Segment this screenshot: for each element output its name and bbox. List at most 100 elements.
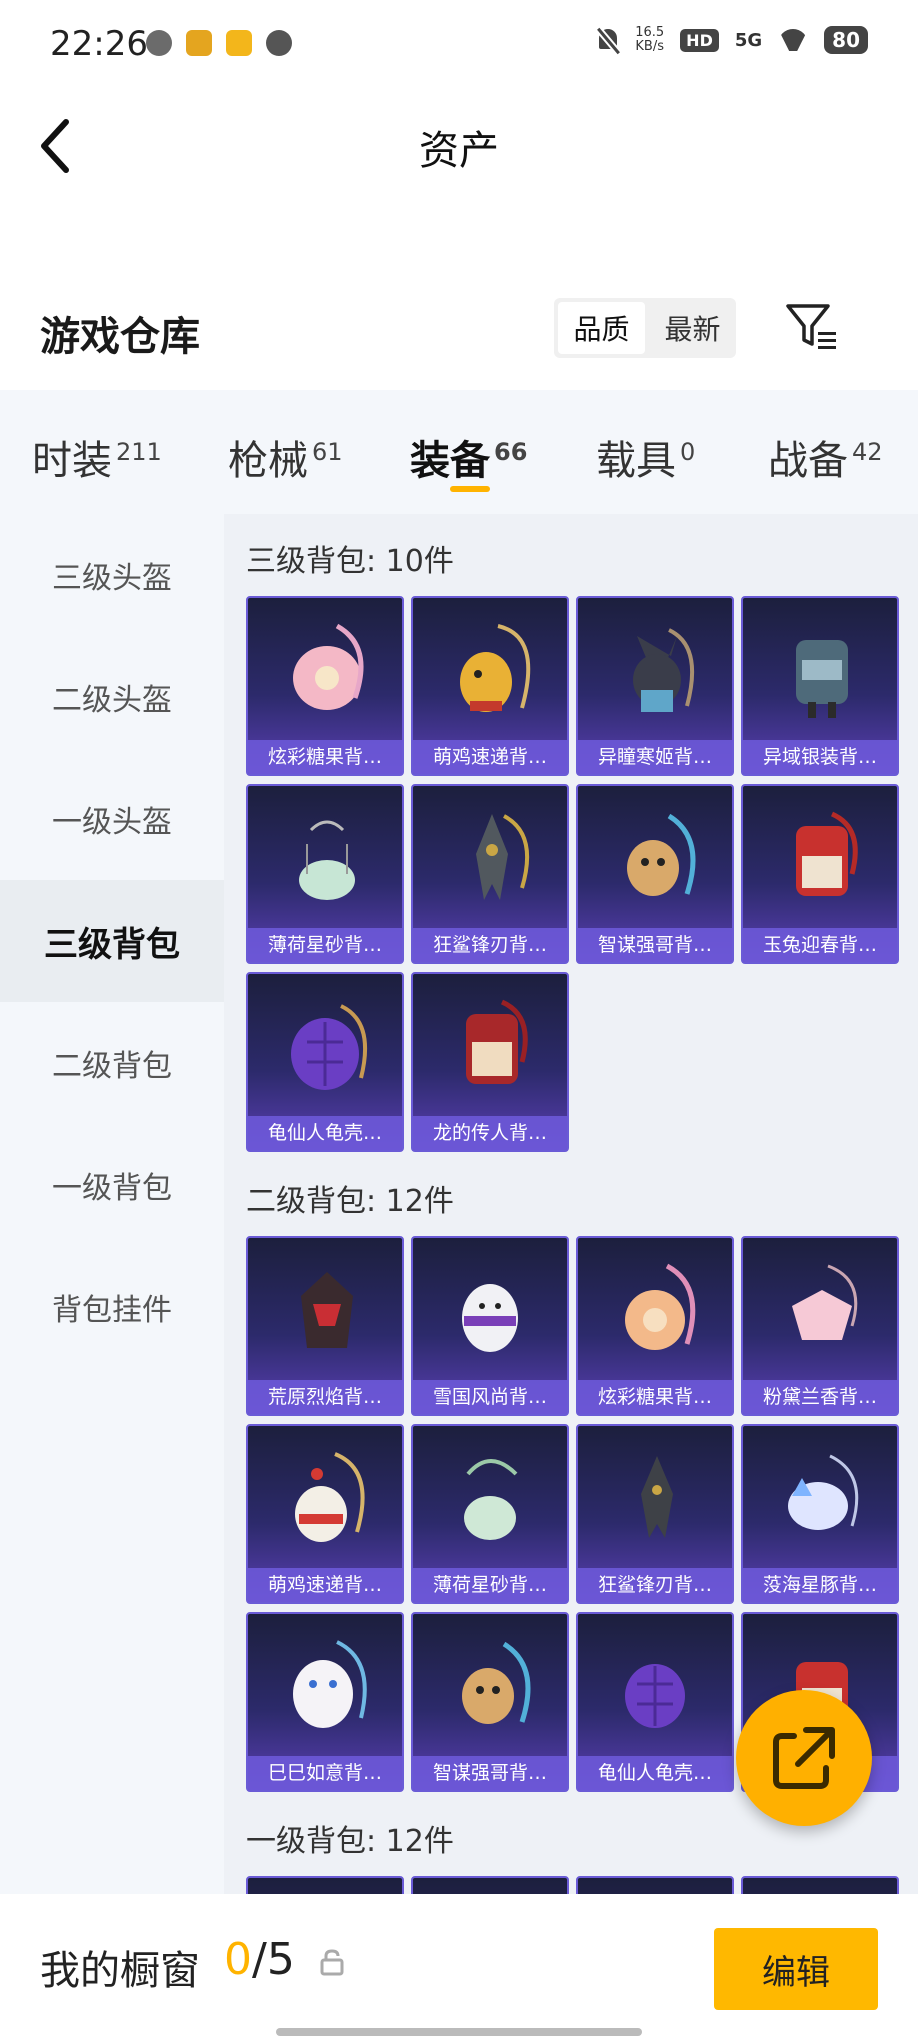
item-name: 薄荷星砂背… — [413, 1568, 567, 1602]
home-indicator — [276, 2028, 642, 2036]
page-title: 资产 — [419, 128, 499, 174]
backpack-icon — [293, 623, 364, 710]
item-name: 异域银装背… — [743, 740, 897, 774]
net-speed: 16.5 KB/s — [635, 25, 665, 54]
game-app-icon — [226, 30, 252, 56]
subcategory-sidebar: 三级头盔 二级头盔 一级头盔 三级背包 二级背包 一级背包 背包挂件 — [0, 514, 224, 1894]
item-card[interactable]: 异域银装背… — [741, 596, 899, 776]
item-name: 巳巳如意背… — [248, 1756, 402, 1790]
sort-newest-option[interactable]: 最新 — [649, 298, 736, 358]
item-card[interactable]: 狂鲨锋刃背… — [411, 784, 569, 964]
item-name: 异瞳寒姬背… — [578, 740, 732, 774]
item-card[interactable]: 雪国风尚背… — [411, 1236, 569, 1416]
backpack-icon — [633, 628, 695, 712]
backpack-icon — [464, 1459, 518, 1540]
signal-5g: 5G — [734, 29, 763, 51]
item-card[interactable]: 萌鸡速递背… — [411, 596, 569, 776]
backpack-icon — [625, 1263, 696, 1350]
item-card[interactable]: 炫彩糖果背… — [576, 1236, 734, 1416]
status-time: 22:26 — [50, 24, 148, 64]
sort-toggle: 品质 最新 — [554, 298, 736, 358]
sidebar-item-lv2-helmet[interactable]: 二级头盔 — [0, 636, 224, 758]
sort-quality-option[interactable]: 品质 — [558, 302, 645, 354]
item-name: 龟仙人龟壳… — [578, 1756, 732, 1790]
tab-fashion[interactable]: 时装 211 — [32, 428, 162, 486]
backpack-icon — [462, 1641, 531, 1724]
item-name: 萌鸡速递背… — [248, 1568, 402, 1602]
item-name: 狂鲨锋刃背… — [413, 928, 567, 962]
item-name: 狂鲨锋刃背… — [578, 1568, 732, 1602]
share-icon — [773, 1727, 835, 1789]
item-name: 萌鸡速递背… — [413, 740, 567, 774]
item-name: 荒原烈焰背… — [248, 1380, 402, 1414]
item-card[interactable]: 巳巳如意背… — [246, 1612, 404, 1792]
item-name: 智谋强哥背… — [413, 1756, 567, 1790]
share-fab[interactable] — [736, 1690, 872, 1826]
item-card[interactable]: 狂鲨锋刃背… — [576, 1424, 734, 1604]
backpack-icon — [625, 1664, 685, 1728]
sidebar-item-lv2-backpack[interactable]: 二级背包 — [0, 1002, 224, 1124]
sidebar-item-lv1-helmet[interactable]: 一级头盔 — [0, 758, 224, 880]
status-app-icons — [146, 30, 292, 56]
item-name: 雪国风尚背… — [413, 1380, 567, 1414]
item-card[interactable]: 龙的传人背… — [411, 972, 569, 1152]
backpack-icon — [641, 1456, 673, 1538]
backpack-icon — [796, 811, 858, 896]
item-card[interactable] — [741, 1876, 899, 1894]
item-card[interactable]: 莈海星豚背… — [741, 1424, 899, 1604]
item-name: 粉黛兰香背… — [743, 1380, 897, 1414]
sidebar-item-lv3-helmet[interactable]: 三级头盔 — [0, 514, 224, 636]
tab-equipment[interactable]: 装备 66 — [410, 428, 527, 486]
item-grid-area: 三级背包: 10件 炫彩糖果背… 萌鸡速递背… 异瞳寒姬背… 异域银装背… 薄荷… — [224, 514, 918, 1894]
filter-icon[interactable] — [784, 300, 838, 354]
item-card[interactable]: 智谋强哥背… — [411, 1612, 569, 1792]
game-app-icon — [186, 30, 212, 56]
mute-icon — [597, 27, 619, 53]
status-indicators: 16.5 KB/s HD 5G 80 — [597, 26, 868, 54]
backpack-icon — [627, 813, 696, 896]
item-card[interactable] — [411, 1876, 569, 1894]
tab-vehicles[interactable]: 载具 0 — [596, 428, 695, 486]
backpack-icon — [466, 999, 528, 1084]
tab-supplies[interactable]: 战备 42 — [768, 428, 883, 486]
item-name: 炫彩糖果背… — [248, 740, 402, 774]
item-card[interactable]: 粉黛兰香背… — [741, 1236, 899, 1416]
item-card[interactable]: 玉兔迎春背… — [741, 784, 899, 964]
backpack-icon — [796, 640, 848, 718]
item-card[interactable]: 荒原烈焰背… — [246, 1236, 404, 1416]
sidebar-item-backpack-charm[interactable]: 背包挂件 — [0, 1246, 224, 1368]
item-name: 炫彩糖果背… — [578, 1380, 732, 1414]
message-icon — [266, 30, 292, 56]
section-header: 二级背包: 12件 — [246, 1184, 454, 1219]
item-card[interactable]: 智谋强哥背… — [576, 784, 734, 964]
edit-button[interactable]: 编辑 — [714, 1928, 878, 2010]
item-name: 玉兔迎春背… — [743, 928, 897, 962]
item-card[interactable]: 炫彩糖果背… — [246, 596, 404, 776]
item-name: 龟仙人龟壳… — [248, 1116, 402, 1150]
active-tab-indicator — [450, 486, 490, 492]
item-card[interactable]: 龟仙人龟壳… — [246, 972, 404, 1152]
hd-badge: HD — [680, 28, 719, 52]
backpack-icon — [291, 1004, 368, 1090]
sidebar-item-lv3-backpack[interactable]: 三级背包 — [0, 880, 224, 1002]
tab-firearms[interactable]: 枪械 61 — [228, 428, 343, 486]
item-card[interactable]: 薄荷星砂背… — [246, 784, 404, 964]
sidebar-item-lv1-backpack[interactable]: 一级背包 — [0, 1124, 224, 1246]
bottom-bar: 我的橱窗 0/5 编辑 — [0, 1894, 918, 2040]
backpack-icon — [476, 814, 530, 900]
item-card[interactable] — [576, 1876, 734, 1894]
backpack-icon — [295, 1452, 365, 1542]
wifi-icon — [778, 29, 808, 51]
backpack-icon — [301, 1272, 353, 1348]
item-name: 智谋强哥背… — [578, 928, 732, 962]
item-card[interactable]: 薄荷星砂背… — [411, 1424, 569, 1604]
item-card[interactable]: 异瞳寒姬背… — [576, 596, 734, 776]
item-card[interactable] — [246, 1876, 404, 1894]
item-card[interactable]: 龟仙人龟壳… — [576, 1612, 734, 1792]
showcase-count: 0/5 — [224, 1934, 295, 1985]
backpack-icon — [293, 1640, 367, 1728]
section-header: 三级背包: 10件 — [246, 544, 454, 579]
item-card[interactable]: 萌鸡速递背… — [246, 1424, 404, 1604]
status-bar: 22:26 16.5 KB/s HD 5G 80 — [0, 0, 918, 90]
item-name: 龙的传人背… — [413, 1116, 567, 1150]
